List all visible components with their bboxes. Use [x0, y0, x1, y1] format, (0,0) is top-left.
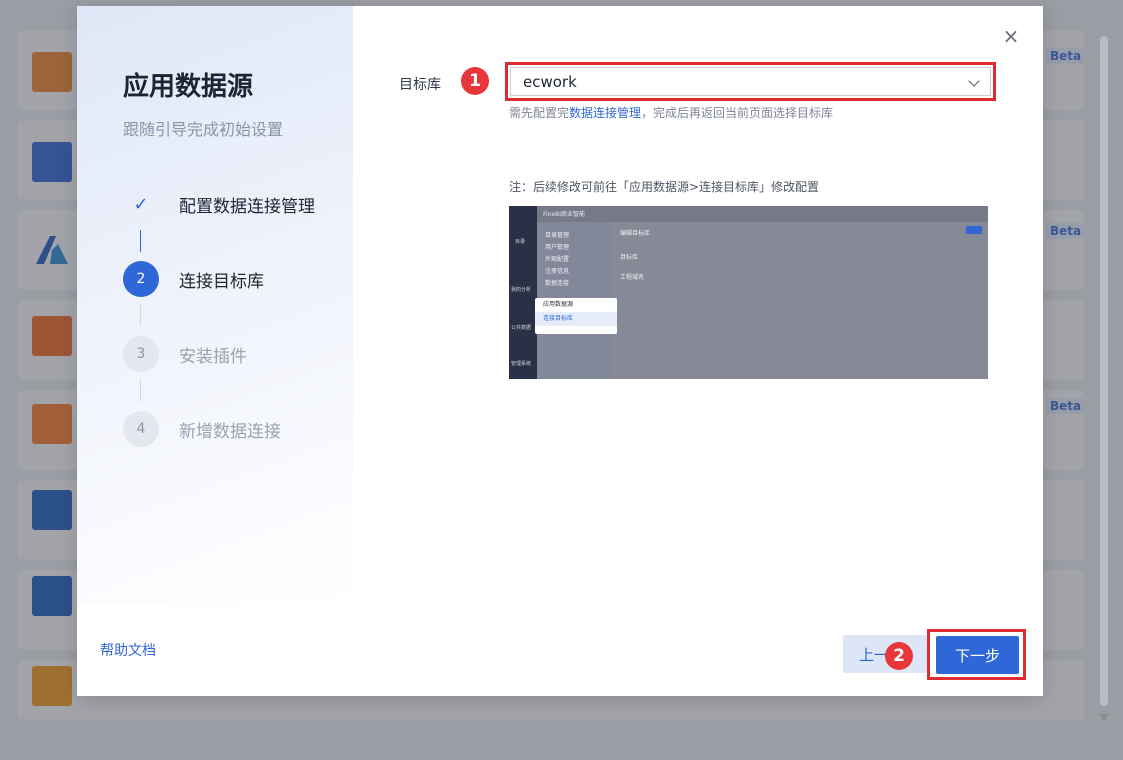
annotation-highlight-next: 下一步: [927, 629, 1026, 680]
steps-panel: 应用数据源 跟随引导完成初始设置 ✓ 配置数据连接管理 2 连接目标库 3 安装…: [77, 6, 353, 606]
app-datasource-modal: 应用数据源 跟随引导完成初始设置 ✓ 配置数据连接管理 2 连接目标库 3 安装…: [77, 6, 1043, 696]
hint-prefix: 需先配置完: [509, 106, 570, 120]
step-connect-target: 2 连接目标库: [123, 261, 264, 297]
scroll-down-arrow-icon[interactable]: [1099, 714, 1109, 721]
preview-menu-item: 外观配置: [545, 256, 570, 263]
preview-popup-parent: 应用数据源: [543, 301, 574, 308]
preview-side-item: 目录: [515, 239, 526, 245]
config-note: 注：后续修改可前往「应用数据源>连接目标库」修改配置: [509, 180, 820, 194]
preview-app-title: FineBI商业智能: [543, 211, 586, 218]
guide-preview-image: 目录 我的分析 公共数据 管理系统 FineBI商业智能 目录管理 用户管理 外…: [509, 206, 988, 379]
target-db-hint: 需先配置完数据连接管理，完成后再返回当前页面选择目标库: [509, 104, 833, 121]
preview-popup: 应用数据源 连接目标库: [535, 298, 617, 334]
check-icon: ✓: [133, 193, 149, 215]
step-label: 配置数据连接管理: [179, 196, 315, 217]
preview-button: [966, 226, 982, 234]
step-connector: [140, 379, 141, 401]
target-db-label: 目标库: [399, 77, 441, 93]
preview-menu-item: 目录管理: [545, 232, 570, 239]
preview-menu-item: 数据连接: [545, 280, 570, 287]
preview-topbar: [537, 206, 988, 222]
step-label: 安装插件: [179, 346, 247, 367]
modal-title: 应用数据源: [123, 72, 254, 102]
annotation-badge-2: 2: [885, 642, 913, 670]
target-db-value: ecwork: [523, 72, 577, 91]
step-label: 连接目标库: [179, 271, 264, 292]
preview-menu-item: 注册信息: [545, 268, 570, 275]
data-connection-link[interactable]: 数据连接管理: [569, 106, 641, 120]
preview-content-title: 编辑目标库: [620, 230, 651, 237]
preview-menu-item: 用户管理: [545, 244, 570, 251]
step-configure-connection: ✓ 配置数据连接管理: [123, 186, 315, 222]
preview-content-row: 目标库: [620, 254, 639, 261]
preview-side-item: 我的分析: [511, 287, 532, 293]
step-add-connection: 4 新增数据连接: [123, 411, 281, 447]
step-connector: [140, 304, 141, 326]
hint-suffix: ，完成后再返回当前页面选择目标库: [641, 106, 834, 120]
page-scrollbar[interactable]: [1100, 36, 1108, 706]
step-number: 3: [123, 336, 159, 372]
preview-sidebar: 目录 我的分析 公共数据 管理系统: [509, 206, 537, 379]
step-connector: [140, 230, 141, 252]
annotation-highlight-select: ecwork: [505, 62, 996, 101]
preview-content: 编辑目标库 目标库 工程域名: [614, 222, 988, 379]
step-label: 新增数据连接: [179, 421, 281, 442]
annotation-badge-1: 1: [461, 67, 489, 95]
next-step-button[interactable]: 下一步: [936, 636, 1019, 674]
preview-side-item: 管理系统: [511, 361, 532, 367]
close-icon[interactable]: ×: [1001, 26, 1021, 46]
preview-popup-child: 连接目标库: [535, 312, 617, 326]
target-db-select[interactable]: ecwork: [510, 67, 991, 96]
help-docs-link[interactable]: 帮助文档: [100, 640, 156, 660]
step-number: 4: [123, 411, 159, 447]
step-install-plugin: 3 安装插件: [123, 336, 247, 372]
chevron-down-icon: [968, 75, 980, 87]
preview-side-item: 公共数据: [511, 325, 532, 331]
step-number: 2: [123, 261, 159, 297]
modal-subtitle: 跟随引导完成初始设置: [123, 120, 284, 139]
preview-content-row: 工程域名: [620, 274, 645, 281]
